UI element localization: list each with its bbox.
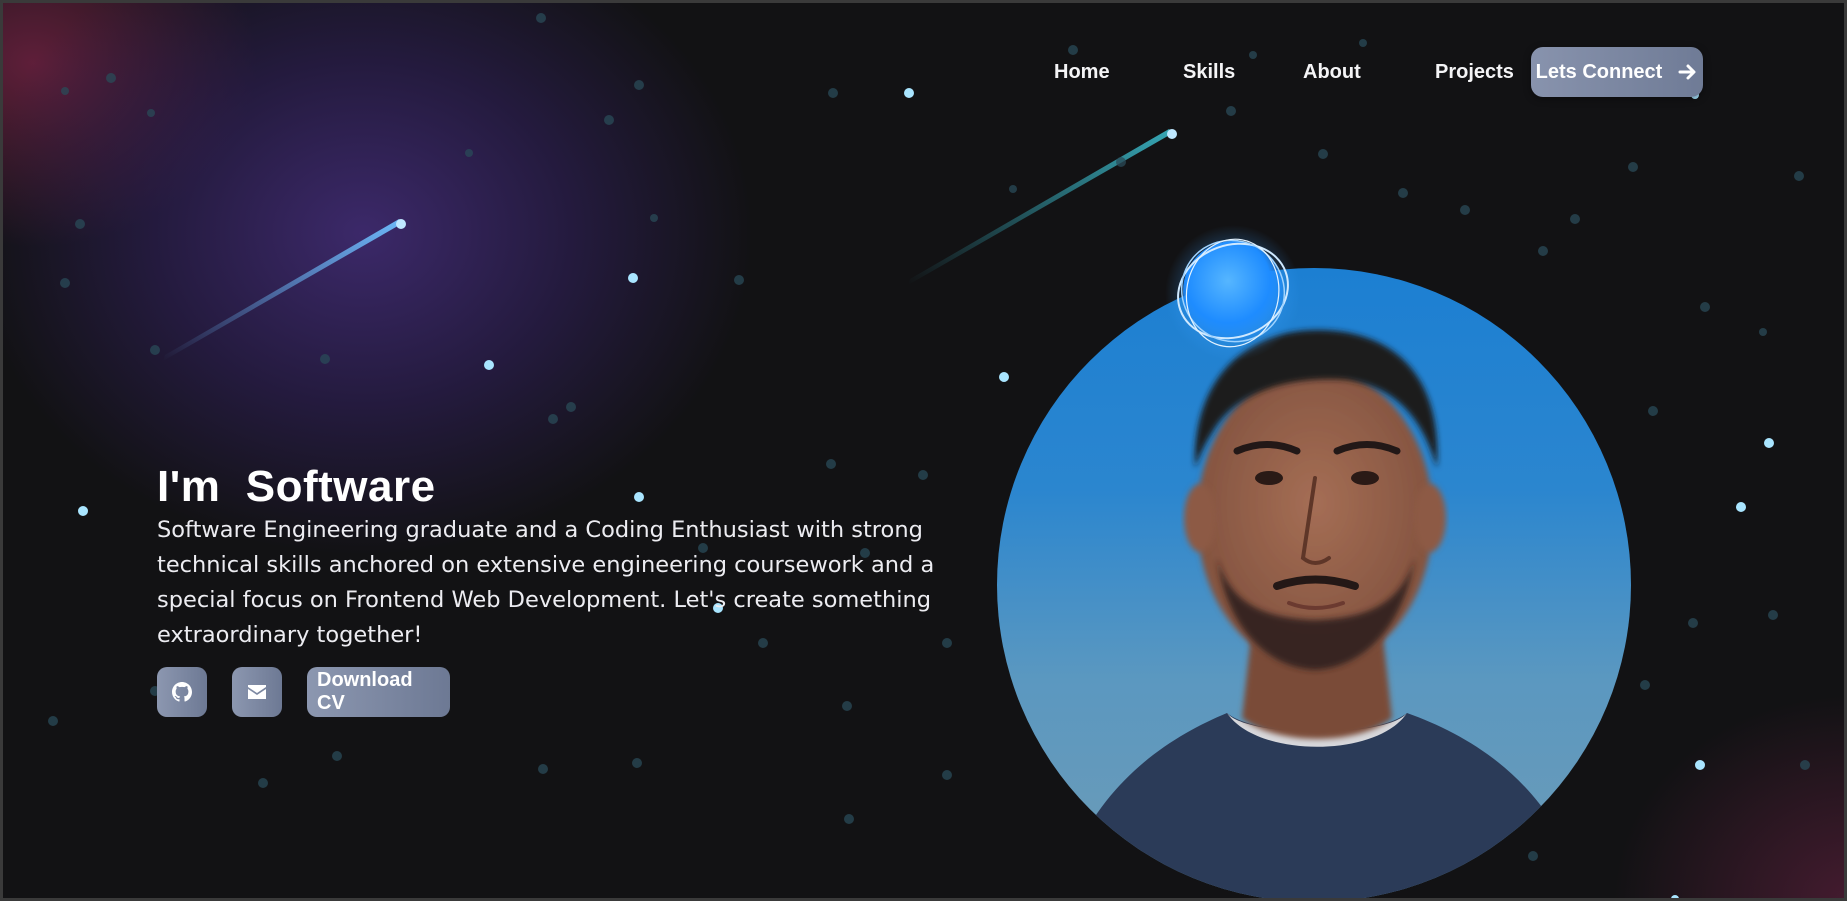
nav-link-projects[interactable]: Projects <box>1435 61 1514 84</box>
glowing-orb-decoration <box>1165 225 1301 361</box>
download-cv-button[interactable]: Download CV <box>307 667 450 717</box>
hero-description: Software Engineering graduate and a Codi… <box>157 517 935 648</box>
profile-portrait-illustration <box>1058 330 1586 898</box>
hero-section: I'm Software Software Engineering gradua… <box>157 461 937 717</box>
lets-connect-label: Lets Connect <box>1535 60 1663 83</box>
github-button[interactable] <box>157 667 207 717</box>
profile-photo <box>997 268 1631 898</box>
shooting-star <box>908 129 1173 285</box>
nav-link-home[interactable]: Home <box>1054 61 1110 84</box>
envelope-icon <box>248 685 266 699</box>
nav-link-skills[interactable]: Skills <box>1183 61 1235 84</box>
nav-link-about[interactable]: About <box>1303 61 1361 84</box>
github-icon <box>172 682 192 702</box>
email-button[interactable] <box>232 667 282 717</box>
arrow-right-icon <box>1678 64 1696 80</box>
portfolio-page: Home Skills About Projects Lets Connect … <box>0 0 1847 901</box>
hero-title: I'm Software <box>157 462 436 511</box>
shooting-star <box>163 219 403 361</box>
hero-actions: Download CV <box>157 667 937 717</box>
lets-connect-button[interactable]: Lets Connect <box>1531 47 1703 97</box>
